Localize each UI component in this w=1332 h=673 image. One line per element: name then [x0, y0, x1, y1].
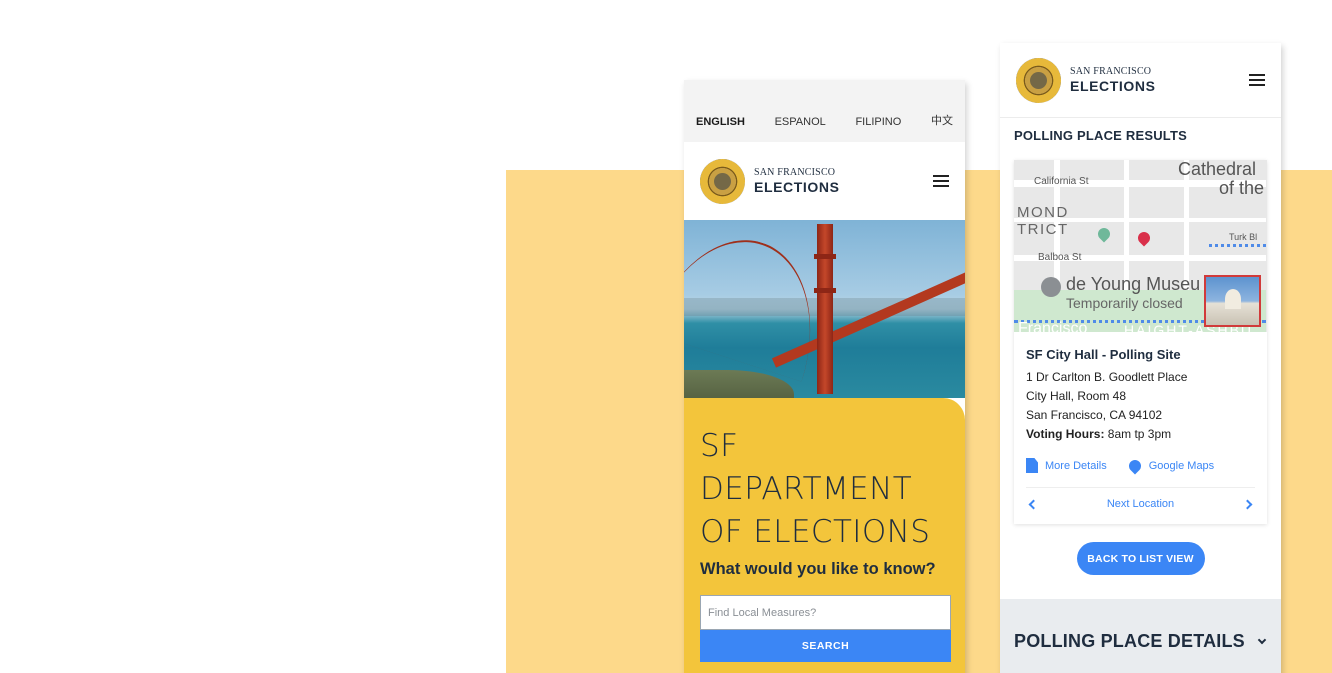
more-details-link[interactable]: More Details — [1026, 458, 1107, 473]
back-to-list-button[interactable]: BACK TO LIST VIEW — [1076, 542, 1205, 575]
map-pin-icon[interactable] — [1095, 225, 1113, 243]
brand-top-text: SAN FRANCISCO — [1070, 66, 1152, 77]
lang-english[interactable]: ENGLISH — [696, 116, 745, 128]
search-button[interactable]: SEARCH — [700, 630, 951, 662]
map-label-turk: Turk Bl — [1229, 232, 1258, 242]
lang-espanol[interactable]: ESPANOL — [775, 116, 826, 128]
seal-logo — [700, 158, 745, 204]
section-title: POLLING PLACE RESULTS — [1014, 128, 1187, 143]
details-title: POLLING PLACE DETAILS — [1014, 630, 1245, 651]
place-info: SF City Hall - Polling Site 1 Dr Carlton… — [1014, 332, 1267, 524]
place-name: SF City Hall - Polling Site — [1026, 347, 1181, 362]
site-header: SAN FRANCISCO ELECTIONS — [684, 142, 965, 220]
lang-chinese[interactable]: 中文 — [931, 112, 953, 128]
location-pager: Next Location — [1026, 487, 1255, 510]
brand-top-text: SAN FRANCISCO — [754, 167, 836, 178]
chevron-left-icon[interactable] — [1028, 499, 1039, 509]
next-location-link[interactable]: Next Location — [1107, 498, 1174, 510]
brand-main-text: ELECTIONS — [1070, 78, 1156, 94]
map-label-closed: Temporarily closed — [1066, 295, 1183, 311]
search-prompt: What would you like to know? — [700, 560, 936, 578]
title-line-1: SF — [700, 428, 739, 464]
voting-hours-value: 8am tp 3pm — [1107, 427, 1172, 441]
voting-hours: Voting Hours: 8am tp 3pm — [1026, 425, 1255, 444]
brand-text: SAN FRANCISCO ELECTIONS — [1070, 66, 1156, 94]
hamburger-menu-icon[interactable] — [1249, 74, 1265, 86]
title-line-3: OF ELECTIONS — [700, 514, 931, 550]
seal-logo — [1016, 57, 1061, 103]
hamburger-menu-icon[interactable] — [933, 175, 949, 187]
map-label-museum: de Young Museu — [1066, 274, 1201, 294]
google-maps-link[interactable]: Google Maps — [1107, 457, 1215, 474]
map-pin-icon — [1126, 457, 1144, 474]
results-phone-mockup: SAN FRANCISCO ELECTIONS POLLING PLACE RE… — [1000, 43, 1281, 673]
voting-hours-label: Voting Hours: — [1026, 427, 1105, 441]
brand-main-text: ELECTIONS — [754, 179, 840, 195]
google-maps-label: Google Maps — [1148, 459, 1215, 472]
polling-place-card: California St Cathedral of the MOND TRIC… — [1014, 160, 1267, 524]
museum-icon — [1041, 277, 1061, 297]
city-hall-thumbnail[interactable] — [1204, 275, 1261, 327]
brand-logo-link[interactable]: SAN FRANCISCO ELECTIONS — [700, 158, 840, 204]
map-label-cathedral: Cathedral — [1178, 160, 1257, 179]
place-address: 1 Dr Carlton B. Goodlett Place City Hall… — [1026, 368, 1255, 444]
more-details-label: More Details — [1045, 459, 1107, 472]
document-icon — [1026, 458, 1038, 473]
polling-place-details-accordion[interactable]: POLLING PLACE DETAILS — [1000, 599, 1281, 673]
brand-text: SAN FRANCISCO ELECTIONS — [754, 167, 840, 195]
chevron-down-icon[interactable] — [1257, 635, 1267, 644]
map-label-mond: MOND — [1017, 204, 1069, 221]
title-line-2: DEPARTMENT — [700, 471, 913, 507]
search-input[interactable]: Find Local Measures? — [700, 595, 951, 630]
golden-gate-hero-image — [684, 220, 965, 398]
map-label-of-the: of the — [1219, 178, 1265, 198]
address-line-3: San Francisco, CA 94102 — [1026, 408, 1163, 422]
map-view[interactable]: California St Cathedral of the MOND TRIC… — [1014, 160, 1267, 332]
map-label-francisco: Francisco — [1018, 320, 1088, 332]
page-title: SF DEPARTMENT OF ELECTIONS — [700, 425, 949, 554]
map-pin-icon[interactable] — [1135, 229, 1153, 247]
address-line-2: City Hall, Room 48 — [1026, 389, 1127, 403]
language-bar: ENGLISH ESPANOL FILIPINO 中文 — [684, 80, 965, 142]
back-button-row: BACK TO LIST VIEW — [1000, 542, 1281, 575]
lang-filipino[interactable]: FILIPINO — [855, 116, 901, 128]
home-phone-mockup: ENGLISH ESPANOL FILIPINO 中文 SAN FRANCISC… — [684, 80, 965, 673]
address-line-1: 1 Dr Carlton B. Goodlett Place — [1026, 370, 1188, 384]
map-label-california: California St — [1034, 176, 1089, 187]
brand-logo-link[interactable]: SAN FRANCISCO ELECTIONS — [1016, 57, 1156, 103]
map-label-trict: TRICT — [1017, 221, 1069, 238]
hero-panel: SF DEPARTMENT OF ELECTIONS What would yo… — [684, 398, 965, 673]
chevron-right-icon[interactable] — [1242, 499, 1253, 509]
stage: ENGLISH ESPANOL FILIPINO 中文 SAN FRANCISC… — [0, 0, 1332, 673]
site-header: SAN FRANCISCO ELECTIONS — [1000, 43, 1281, 118]
place-links: More Details Google Maps — [1026, 457, 1255, 474]
map-label-balboa: Balboa St — [1038, 252, 1082, 263]
